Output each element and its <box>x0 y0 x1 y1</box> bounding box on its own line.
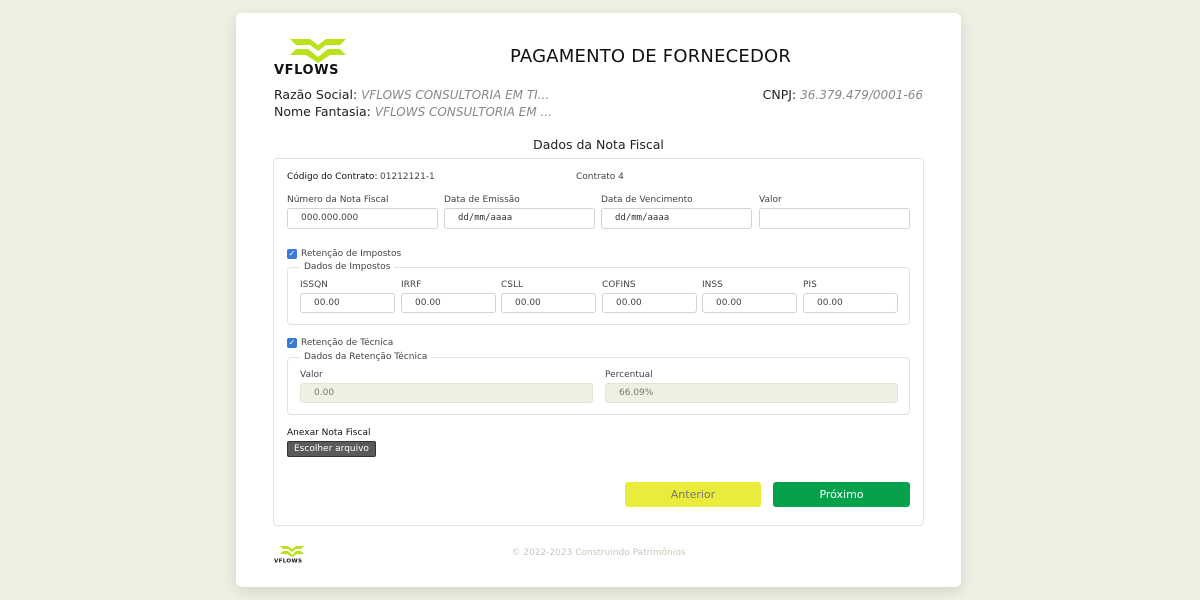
pis-label: PIS <box>803 280 817 290</box>
choose-file-button[interactable]: Escolher arquivo <box>287 441 376 457</box>
technical-percent-label: Percentual <box>605 370 653 380</box>
technical-amount-label: Valor <box>300 370 323 380</box>
tax-retention-checkbox[interactable]: ✓ <box>287 249 297 259</box>
technical-percent-input: 66.09% <box>605 383 898 403</box>
payment-card: VFLOWS PAGAMENTO DE FORNECEDOR Razão Soc… <box>236 13 961 587</box>
contract-name: Contrato 4 <box>576 172 624 182</box>
cofins-label: COFINS <box>602 280 636 290</box>
due-date-label: Data de Vencimento <box>601 195 693 205</box>
vflows-logo: VFLOWS <box>274 39 346 75</box>
technical-retention-checkbox[interactable]: ✓ <box>287 338 297 348</box>
nome-fantasia: Nome Fantasia: VFLOWS CONSULTORIA EM ... <box>274 104 552 119</box>
irrf-label: IRRF <box>401 280 422 290</box>
issue-date-input[interactable]: dd/mm/aaaa <box>444 208 595 229</box>
cnpj-label: CNPJ: <box>762 87 797 102</box>
invoice-form: Código do Contrato: 01212121-1 Contrato … <box>273 158 924 526</box>
amount-input[interactable] <box>759 208 910 229</box>
razao-social: Razão Social: VFLOWS CONSULTORIA EM TI..… <box>274 87 549 102</box>
page-title: PAGAMENTO DE FORNECEDOR <box>510 46 792 67</box>
due-date-input[interactable]: dd/mm/aaaa <box>601 208 752 229</box>
tax-fieldset-legend: Dados de Impostos <box>300 262 395 272</box>
irrf-input[interactable]: 00.00 <box>401 293 496 313</box>
inss-label: INSS <box>702 280 723 290</box>
nome-fantasia-label: Nome Fantasia: <box>274 104 371 119</box>
csll-label: CSLL <box>501 280 524 290</box>
svg-text:VFLOWS: VFLOWS <box>274 559 302 564</box>
inss-input[interactable]: 00.00 <box>702 293 797 313</box>
technical-amount-input: 0.00 <box>300 383 593 403</box>
next-button[interactable]: Próximo <box>773 482 910 507</box>
issue-date-label: Data de Emissão <box>444 195 520 205</box>
razao-social-label: Razão Social: <box>274 87 358 102</box>
nome-fantasia-value: VFLOWS CONSULTORIA EM ... <box>374 105 552 119</box>
technical-fieldset: Dados da Retenção Técnica Valor 0.00 Per… <box>287 352 910 415</box>
razao-social-value: VFLOWS CONSULTORIA EM TI... <box>361 88 550 102</box>
footer-copyright: © 2022-2023 Construindo Patrimônios <box>511 548 686 558</box>
contract-code-label: Código do Contrato: <box>287 172 378 182</box>
section-title: Dados da Nota Fiscal <box>533 137 664 152</box>
contract-code-value: 01212121-1 <box>380 172 435 182</box>
technical-retention-label: Retenção de Técnica <box>301 338 394 348</box>
attachment-label: Anexar Nota Fiscal <box>287 428 371 438</box>
csll-input[interactable]: 00.00 <box>501 293 596 313</box>
cnpj-value: 36.379.479/0001-66 <box>800 88 923 102</box>
tax-retention-label: Retenção de Impostos <box>301 249 402 259</box>
tax-fieldset: Dados de Impostos ISSQN 00.00 IRRF 00.00… <box>287 262 910 325</box>
pis-input[interactable]: 00.00 <box>803 293 898 313</box>
cnpj: CNPJ: 36.379.479/0001-66 <box>763 87 923 102</box>
invoice-number-label: Número da Nota Fiscal <box>287 195 389 205</box>
svg-text:VFLOWS: VFLOWS <box>274 63 339 75</box>
amount-label: Valor <box>759 195 782 205</box>
issqn-label: ISSQN <box>300 280 328 290</box>
technical-fieldset-legend: Dados da Retenção Técnica <box>300 352 432 362</box>
cofins-input[interactable]: 00.00 <box>602 293 697 313</box>
previous-button[interactable]: Anterior <box>625 482 761 507</box>
invoice-number-input[interactable]: 000.000.000 <box>287 208 438 229</box>
issqn-input[interactable]: 00.00 <box>300 293 395 313</box>
